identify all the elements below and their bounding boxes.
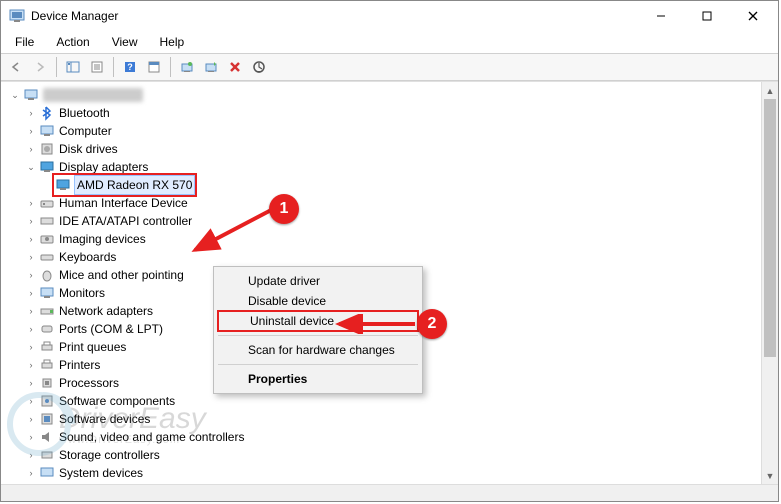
forward-button[interactable]	[29, 56, 51, 78]
chevron-down-icon[interactable]: ⌄	[9, 89, 21, 101]
system-icon	[39, 465, 55, 481]
root-name-blurred	[43, 88, 143, 102]
minimize-button[interactable]	[638, 1, 684, 31]
storage-icon	[39, 447, 55, 463]
display-adapter-icon	[55, 177, 71, 193]
ctx-scan-hardware[interactable]: Scan for hardware changes	[216, 340, 420, 360]
chevron-right-icon[interactable]: ›	[25, 143, 37, 155]
chevron-right-icon[interactable]: ›	[25, 359, 37, 371]
ctx-separator	[218, 364, 418, 365]
chevron-right-icon[interactable]: ›	[25, 287, 37, 299]
menu-view[interactable]: View	[102, 33, 148, 51]
software-icon	[39, 411, 55, 427]
tree-item-bluetooth[interactable]: › Bluetooth	[5, 104, 761, 122]
ide-icon	[39, 213, 55, 229]
monitor-icon	[39, 285, 55, 301]
client-area: ⌄ › Bluetooth › Computer › Disk drives ⌄	[1, 81, 778, 484]
tree-item-swdevices[interactable]: › Software devices	[5, 410, 761, 428]
printer-icon	[39, 357, 55, 373]
properties-button[interactable]	[86, 56, 108, 78]
tree-item-keyboards[interactable]: › Keyboards	[5, 248, 761, 266]
annotation-badge-1: 1	[269, 194, 299, 224]
ctx-properties[interactable]: Properties	[216, 369, 420, 389]
chevron-right-icon[interactable]: ›	[25, 377, 37, 389]
menu-action[interactable]: Action	[46, 33, 99, 51]
hid-icon	[39, 195, 55, 211]
display-adapter-icon	[39, 159, 55, 175]
chevron-right-icon[interactable]: ›	[25, 449, 37, 461]
menu-bar: File Action View Help	[1, 31, 778, 53]
computer-icon	[23, 87, 39, 103]
tree-item-storage[interactable]: › Storage controllers	[5, 446, 761, 464]
software-icon	[39, 393, 55, 409]
menu-help[interactable]: Help	[150, 33, 195, 51]
network-icon	[39, 303, 55, 319]
tree-item-disk-drives[interactable]: › Disk drives	[5, 140, 761, 158]
chevron-right-icon[interactable]: ›	[25, 233, 37, 245]
tree-item-imaging[interactable]: › Imaging devices	[5, 230, 761, 248]
device-manager-window: Device Manager File Action View Help ? ⌄	[0, 0, 779, 502]
update-driver-button[interactable]	[176, 56, 198, 78]
maximize-button[interactable]	[684, 1, 730, 31]
title-bar: Device Manager	[1, 1, 778, 31]
keyboard-icon	[39, 249, 55, 265]
chevron-right-icon[interactable]: ›	[25, 197, 37, 209]
chevron-right-icon[interactable]: ›	[25, 125, 37, 137]
uninstall-button[interactable]	[224, 56, 246, 78]
back-button[interactable]	[5, 56, 27, 78]
svg-text:?: ?	[127, 62, 133, 72]
speaker-icon	[39, 429, 55, 445]
tree-item-display-adapters[interactable]: ⌄ Display adapters	[5, 158, 761, 176]
cpu-icon	[39, 375, 55, 391]
window-title: Device Manager	[31, 9, 118, 23]
tree-item-hid[interactable]: › Human Interface Device	[5, 194, 761, 212]
chevron-right-icon[interactable]: ›	[25, 395, 37, 407]
annotation-arrow-2	[333, 314, 423, 334]
tree-root[interactable]: ⌄	[5, 86, 761, 104]
show-hide-tree-button[interactable]	[62, 56, 84, 78]
camera-icon	[39, 231, 55, 247]
toolbar: ?	[1, 53, 778, 81]
help-button[interactable]: ?	[119, 56, 141, 78]
chevron-right-icon[interactable]: ›	[25, 467, 37, 479]
port-icon	[39, 321, 55, 337]
chevron-down-icon[interactable]: ⌄	[25, 161, 37, 173]
scroll-thumb[interactable]	[764, 99, 776, 357]
chevron-right-icon[interactable]: ›	[25, 431, 37, 443]
horizontal-scrollbar[interactable]	[1, 484, 778, 501]
computer-icon	[39, 123, 55, 139]
scroll-up-icon[interactable]: ▲	[762, 82, 778, 99]
tree-item-sound[interactable]: › Sound, video and game controllers	[5, 428, 761, 446]
chevron-right-icon[interactable]: ›	[25, 215, 37, 227]
vertical-scrollbar[interactable]: ▲ ▼	[761, 82, 778, 484]
chevron-right-icon[interactable]: ›	[25, 251, 37, 263]
scan-hardware-button[interactable]	[200, 56, 222, 78]
app-icon	[9, 8, 25, 24]
annotation-badge-2: 2	[417, 309, 447, 339]
ctx-update-driver[interactable]: Update driver	[216, 271, 420, 291]
chevron-right-icon[interactable]: ›	[25, 413, 37, 425]
bluetooth-icon	[39, 105, 55, 121]
chevron-right-icon[interactable]: ›	[25, 269, 37, 281]
printer-icon	[39, 339, 55, 355]
scroll-down-icon[interactable]: ▼	[762, 467, 778, 484]
tree-item-swcomponents[interactable]: › Software components	[5, 392, 761, 410]
chevron-right-icon[interactable]: ›	[25, 107, 37, 119]
menu-file[interactable]: File	[5, 33, 44, 51]
disable-button[interactable]	[248, 56, 270, 78]
ctx-separator	[218, 335, 418, 336]
ctx-disable-device[interactable]: Disable device	[216, 291, 420, 311]
tree-item-computer[interactable]: › Computer	[5, 122, 761, 140]
chevron-right-icon[interactable]: ›	[25, 305, 37, 317]
chevron-right-icon[interactable]: ›	[25, 323, 37, 335]
mouse-icon	[39, 267, 55, 283]
chevron-right-icon[interactable]: ›	[25, 341, 37, 353]
properties2-button[interactable]	[143, 56, 165, 78]
close-button[interactable]	[730, 1, 776, 31]
tree-item-amd-radeon[interactable]: AMD Radeon RX 570	[5, 176, 761, 194]
tree-item-system[interactable]: › System devices	[5, 464, 761, 482]
tree-item-ide[interactable]: › IDE ATA/ATAPI controller	[5, 212, 761, 230]
disk-icon	[39, 141, 55, 157]
